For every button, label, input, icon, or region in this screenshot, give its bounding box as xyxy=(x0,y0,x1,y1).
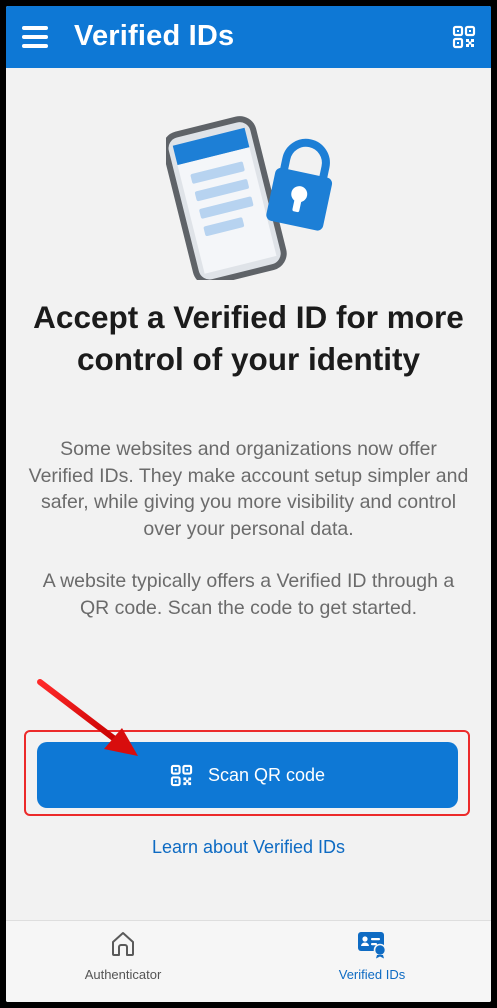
home-icon xyxy=(112,932,134,956)
bottom-navigation: Authenticator Verified IDs xyxy=(6,920,491,1002)
nav-item-authenticator[interactable]: Authenticator xyxy=(33,921,213,1002)
phone-with-lock-illustration xyxy=(166,116,333,280)
app-header: Verified IDs xyxy=(6,6,491,68)
instruction-paragraph: A website typically offers a Verified ID… xyxy=(42,570,455,619)
nav-item-verified-ids[interactable]: Verified IDs xyxy=(282,921,462,1002)
headline: Accept a Verified ID for more control of… xyxy=(33,299,464,377)
page-title: Verified IDs xyxy=(74,20,235,52)
learn-about-verified-ids-link[interactable]: Learn about Verified IDs xyxy=(6,837,491,858)
qr-code-icon[interactable] xyxy=(452,25,476,49)
scan-button-label: Scan QR code xyxy=(207,764,326,785)
nav-label-authenticator: Authenticator xyxy=(84,967,162,982)
hamburger-menu-icon[interactable] xyxy=(22,26,48,48)
app-screen: Verified IDs Accept a Verified ID for mo… xyxy=(6,6,491,1002)
verified-id-card-icon xyxy=(358,932,387,959)
nav-label-verified-ids: Verified IDs xyxy=(338,967,406,982)
description-paragraph: Some websites and organizations now offe… xyxy=(28,438,469,540)
qr-code-icon xyxy=(170,764,193,786)
annotation-arrow-icon xyxy=(37,679,138,756)
